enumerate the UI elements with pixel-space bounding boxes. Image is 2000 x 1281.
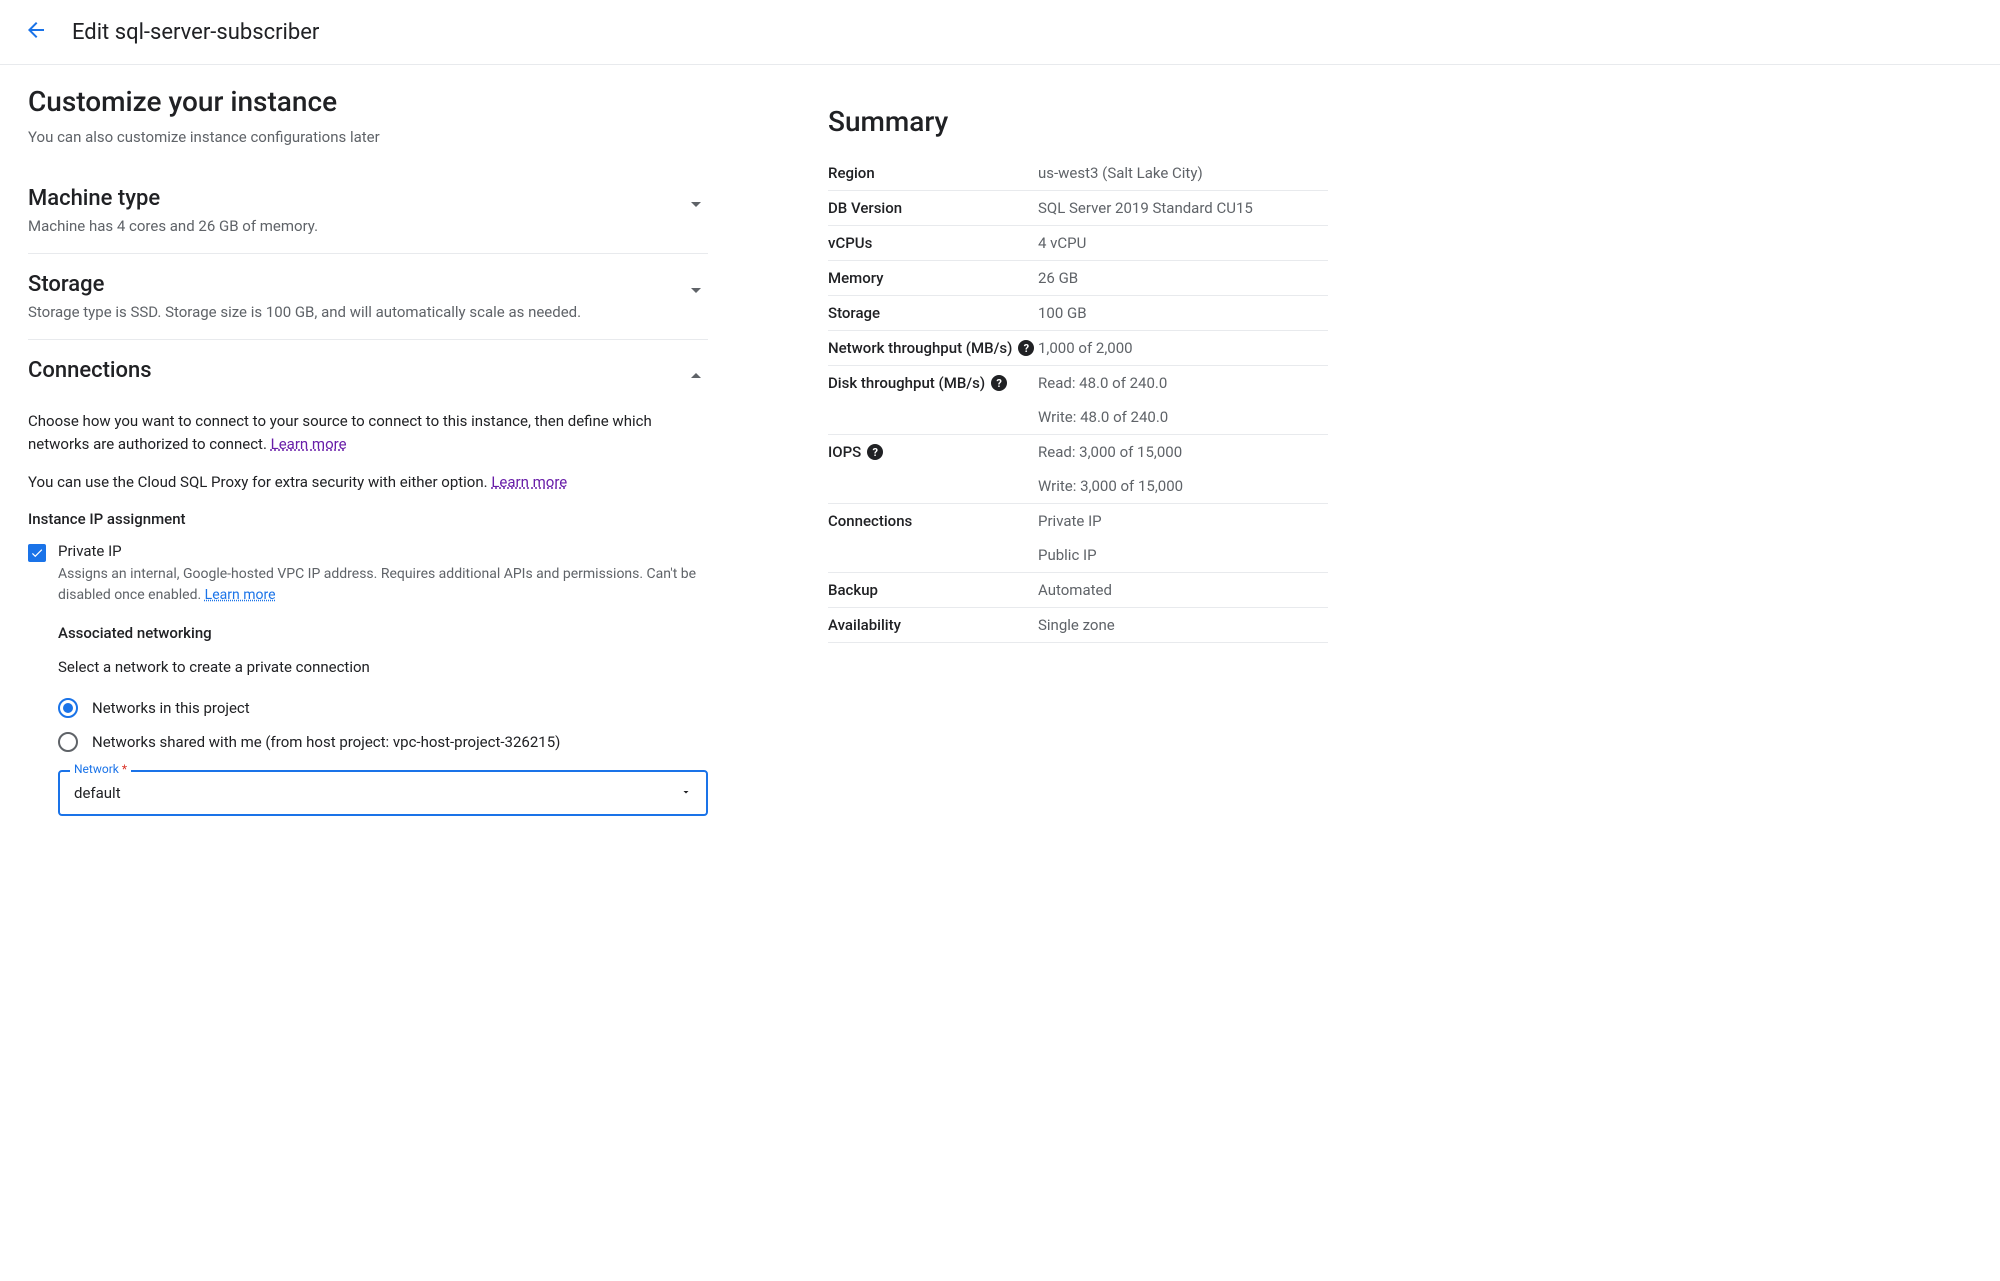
customize-heading: Customize your instance bbox=[28, 85, 708, 118]
learn-more-proxy-link[interactable]: Learn more bbox=[491, 473, 567, 491]
chevron-down-icon bbox=[684, 192, 708, 220]
summary-row-conn-1: Connections Private IP bbox=[828, 504, 1328, 538]
summary-key: Disk throughput (MB/s) ? bbox=[828, 374, 1038, 392]
summary-key: Backup bbox=[828, 581, 1038, 599]
summary-key-text: IOPS bbox=[828, 443, 861, 461]
summary-key-text: Network throughput (MB/s) bbox=[828, 339, 1012, 357]
radio-icon bbox=[58, 698, 78, 718]
chevron-up-icon bbox=[684, 364, 708, 392]
summary-panel: Summary Region us-west3 (Salt Lake City)… bbox=[828, 85, 1328, 834]
back-arrow-icon[interactable] bbox=[24, 18, 48, 46]
summary-row-iops-write: Write: 3,000 of 15,000 bbox=[828, 469, 1328, 504]
connections-proxy-text: You can use the Cloud SQL Proxy for extr… bbox=[28, 471, 708, 494]
proxy-text: You can use the Cloud SQL Proxy for extr… bbox=[28, 473, 491, 491]
summary-key-text: Disk throughput (MB/s) bbox=[828, 374, 985, 392]
summary-row-region: Region us-west3 (Salt Lake City) bbox=[828, 156, 1328, 191]
summary-val: 1,000 of 2,000 bbox=[1038, 339, 1328, 357]
section-connections: Connections Choose how you want to conne… bbox=[28, 340, 708, 834]
summary-val: Read: 3,000 of 15,000 bbox=[1038, 443, 1328, 461]
summary-row-conn-2: Public IP bbox=[828, 538, 1328, 573]
storage-title: Storage bbox=[28, 272, 581, 297]
summary-key: DB Version bbox=[828, 199, 1038, 217]
private-ip-desc: Assigns an internal, Google-hosted VPC I… bbox=[58, 564, 708, 606]
summary-key: Region bbox=[828, 164, 1038, 182]
connections-intro: Choose how you want to connect to your s… bbox=[28, 410, 708, 455]
machine-desc: Machine has 4 cores and 26 GB of memory. bbox=[28, 217, 318, 235]
summary-key: Availability bbox=[828, 616, 1038, 634]
summary-key bbox=[828, 546, 1038, 564]
summary-row-db: DB Version SQL Server 2019 Standard CU15 bbox=[828, 191, 1328, 226]
summary-row-iops-read: IOPS ? Read: 3,000 of 15,000 bbox=[828, 435, 1328, 469]
summary-key bbox=[828, 408, 1038, 426]
radio-label: Networks shared with me (from host proje… bbox=[92, 733, 560, 751]
summary-val: SQL Server 2019 Standard CU15 bbox=[1038, 199, 1328, 217]
summary-val: Automated bbox=[1038, 581, 1328, 599]
summary-row-disk-write: Write: 48.0 of 240.0 bbox=[828, 400, 1328, 435]
summary-key bbox=[828, 477, 1038, 495]
summary-row-backup: Backup Automated bbox=[828, 573, 1328, 608]
summary-row-availability: Availability Single zone bbox=[828, 608, 1328, 643]
help-icon[interactable]: ? bbox=[1018, 340, 1034, 356]
help-icon[interactable]: ? bbox=[867, 444, 883, 460]
machine-title: Machine type bbox=[28, 186, 318, 211]
summary-key: IOPS ? bbox=[828, 443, 1038, 461]
summary-val: Private IP bbox=[1038, 512, 1328, 530]
network-select-value: default bbox=[74, 784, 121, 802]
summary-val: Single zone bbox=[1038, 616, 1328, 634]
connections-title: Connections bbox=[28, 358, 152, 383]
summary-val: 26 GB bbox=[1038, 269, 1328, 287]
section-storage-toggle[interactable]: Storage Storage type is SSD. Storage siz… bbox=[28, 272, 708, 321]
network-select-label: Network * bbox=[70, 762, 131, 776]
chevron-down-icon bbox=[684, 278, 708, 306]
page-title: Edit sql-server-subscriber bbox=[72, 20, 319, 45]
learn-more-link[interactable]: Learn more bbox=[271, 435, 347, 453]
network-select[interactable]: default bbox=[58, 770, 708, 816]
summary-val: Read: 48.0 of 240.0 bbox=[1038, 374, 1328, 392]
storage-desc: Storage type is SSD. Storage size is 100… bbox=[28, 303, 581, 321]
summary-row-disk-read: Disk throughput (MB/s) ? Read: 48.0 of 2… bbox=[828, 366, 1328, 400]
summary-val: Write: 48.0 of 240.0 bbox=[1038, 408, 1328, 426]
summary-row-net-throughput: Network throughput (MB/s) ? 1,000 of 2,0… bbox=[828, 331, 1328, 366]
section-storage: Storage Storage type is SSD. Storage siz… bbox=[28, 254, 708, 340]
section-machine-type: Machine type Machine has 4 cores and 26 … bbox=[28, 168, 708, 254]
networking-desc: Select a network to create a private con… bbox=[58, 656, 708, 679]
summary-val: Write: 3,000 of 15,000 bbox=[1038, 477, 1328, 495]
summary-row-vcpu: vCPUs 4 vCPU bbox=[828, 226, 1328, 261]
summary-row-memory: Memory 26 GB bbox=[828, 261, 1328, 296]
summary-val: 100 GB bbox=[1038, 304, 1328, 322]
help-icon[interactable]: ? bbox=[991, 375, 1007, 391]
summary-title: Summary bbox=[828, 105, 1328, 138]
private-ip-option: Private IP Assigns an internal, Google-h… bbox=[28, 542, 708, 606]
dropdown-arrow-icon bbox=[680, 784, 692, 802]
ip-assignment-heading: Instance IP assignment bbox=[28, 510, 708, 528]
private-ip-label: Private IP bbox=[58, 542, 708, 560]
summary-key: Network throughput (MB/s) ? bbox=[828, 339, 1038, 357]
summary-key: Connections bbox=[828, 512, 1038, 530]
summary-key: vCPUs bbox=[828, 234, 1038, 252]
page-header: Edit sql-server-subscriber bbox=[0, 0, 2000, 65]
summary-key: Memory bbox=[828, 269, 1038, 287]
section-machine-toggle[interactable]: Machine type Machine has 4 cores and 26 … bbox=[28, 186, 708, 235]
summary-key: Storage bbox=[828, 304, 1038, 322]
radio-networks-this-project[interactable]: Networks in this project bbox=[58, 698, 708, 718]
private-ip-checkbox[interactable] bbox=[28, 544, 46, 562]
radio-networks-shared[interactable]: Networks shared with me (from host proje… bbox=[58, 732, 708, 752]
summary-val: us-west3 (Salt Lake City) bbox=[1038, 164, 1328, 182]
section-connections-toggle[interactable]: Connections bbox=[28, 358, 708, 392]
customize-subtext: You can also customize instance configur… bbox=[28, 128, 708, 146]
summary-row-storage: Storage 100 GB bbox=[828, 296, 1328, 331]
radio-label: Networks in this project bbox=[92, 699, 250, 717]
summary-val: Public IP bbox=[1038, 546, 1328, 564]
select-label-text: Network bbox=[74, 762, 119, 776]
networking-heading: Associated networking bbox=[58, 624, 708, 642]
network-select-wrapper: Network * default bbox=[58, 770, 708, 816]
summary-val: 4 vCPU bbox=[1038, 234, 1328, 252]
private-ip-desc-text: Assigns an internal, Google-hosted VPC I… bbox=[58, 566, 696, 603]
radio-icon bbox=[58, 732, 78, 752]
private-ip-learn-more-link[interactable]: Learn more bbox=[205, 587, 276, 603]
